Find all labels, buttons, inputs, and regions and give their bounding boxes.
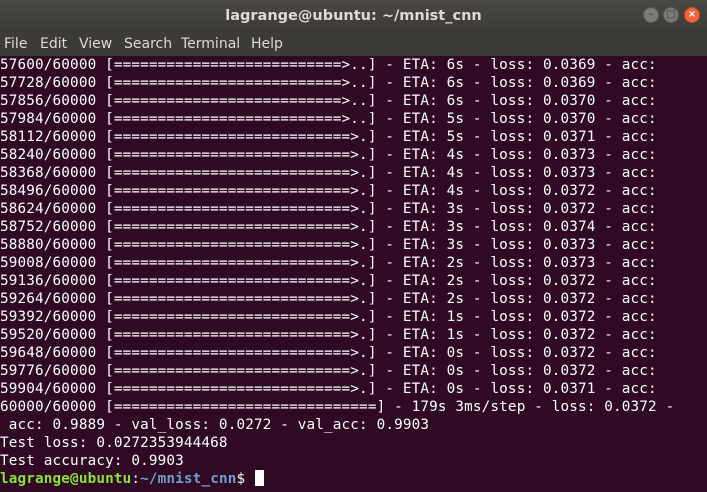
menu-search[interactable]: Search [124, 32, 172, 56]
output-line: 59648/60000 [===========================… [0, 345, 657, 361]
output-line: 59392/60000 [===========================… [0, 309, 657, 325]
output-line: 60000/60000 [===========================… [0, 399, 675, 415]
output-line: 59008/60000 [===========================… [0, 255, 657, 271]
output-line: 59136/60000 [===========================… [0, 273, 657, 289]
menu-terminal[interactable]: Terminal [181, 32, 240, 56]
window-title: lagrange@ubuntu: ~/mnist_cnn [225, 8, 482, 24]
output-line: 59904/60000 [===========================… [0, 381, 657, 397]
output-line: Test accuracy: 0.9903 [0, 453, 184, 469]
output-line: Test loss: 0.0272353944468 [0, 435, 228, 451]
prompt-user-host: lagrange@ubuntu [0, 471, 132, 487]
maximize-icon: □ [666, 9, 676, 20]
output-line: 59264/60000 [===========================… [0, 291, 657, 307]
prompt-path: ~/mnist_cnn [140, 471, 237, 487]
output-line: 58240/60000 [===========================… [0, 147, 657, 163]
menu-help[interactable]: Help [251, 32, 283, 56]
output-line: 58880/60000 [===========================… [0, 237, 657, 253]
terminal-output[interactable]: 57600/60000 [==========================>… [0, 56, 707, 492]
menu-file[interactable]: File [4, 32, 27, 56]
menu-view[interactable]: View [79, 32, 112, 56]
output-line: 57728/60000 [==========================>… [0, 75, 657, 91]
prompt-separator: : [131, 471, 141, 487]
terminal-window: lagrange@ubuntu: ~/mnist_cnn – □ × File … [0, 0, 707, 492]
output-line: 58368/60000 [===========================… [0, 165, 657, 181]
title-bar[interactable]: lagrange@ubuntu: ~/mnist_cnn – □ × [0, 0, 707, 32]
prompt-symbol: $ [236, 471, 254, 487]
close-button[interactable]: × [684, 7, 700, 23]
output-line: 58752/60000 [===========================… [0, 219, 657, 235]
output-line: 58624/60000 [===========================… [0, 201, 657, 217]
maximize-button[interactable]: □ [663, 7, 679, 23]
output-line: 58496/60000 [===========================… [0, 183, 657, 199]
close-icon: × [687, 9, 697, 20]
output-line: 57984/60000 [==========================>… [0, 111, 657, 127]
menu-bar: File Edit View Search Terminal Help [0, 32, 707, 56]
text-cursor [255, 470, 264, 486]
minimize-icon: – [648, 9, 654, 20]
prompt-line[interactable]: lagrange@ubuntu:~/mnist_cnn$ [0, 470, 264, 488]
minimize-button[interactable]: – [643, 7, 659, 23]
output-line: acc: 0.9889 - val_loss: 0.0272 - val_acc… [0, 417, 430, 433]
menu-edit[interactable]: Edit [40, 32, 67, 56]
output-line: 58112/60000 [===========================… [0, 129, 657, 145]
output-line: 59776/60000 [===========================… [0, 363, 657, 379]
output-line: 57856/60000 [==========================>… [0, 93, 657, 109]
output-line: 57600/60000 [==========================>… [0, 57, 657, 73]
output-line: 59520/60000 [===========================… [0, 327, 657, 343]
